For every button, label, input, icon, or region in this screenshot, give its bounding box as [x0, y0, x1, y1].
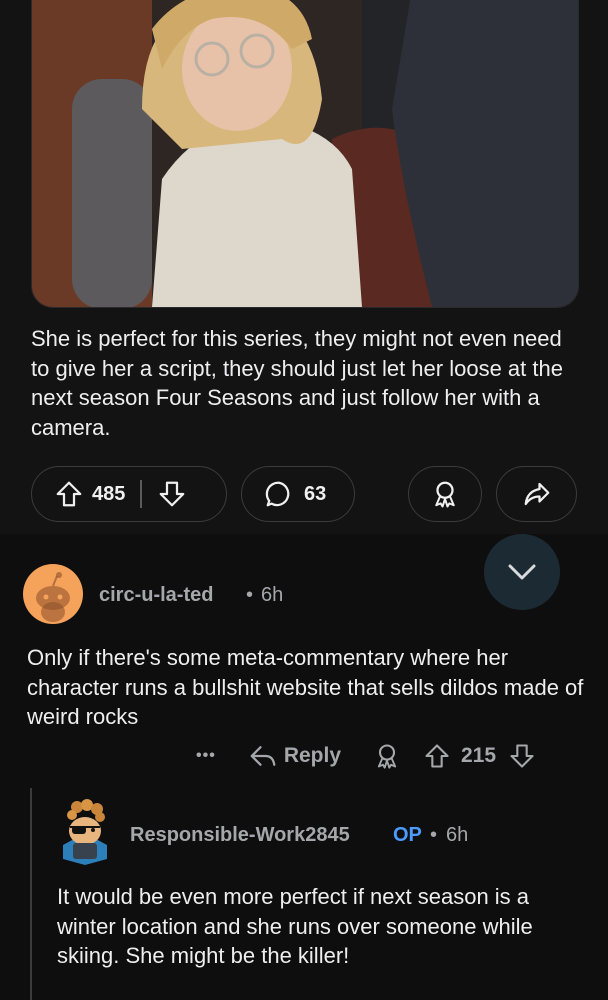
comment-username[interactable]: circ-u-la-ted	[99, 584, 213, 607]
comment-count: 63	[304, 482, 327, 505]
meta-separator: •	[246, 584, 254, 606]
comment-time: 6h	[261, 584, 284, 606]
op-badge: OP	[393, 824, 422, 846]
comment-actions: ••• Reply 215	[196, 738, 536, 774]
reply-button[interactable]: Reply	[248, 741, 341, 771]
post-card: She is perfect for this series, they mig…	[0, 0, 608, 534]
comment-score: 215	[461, 744, 497, 767]
award-icon[interactable]	[373, 742, 401, 770]
custom-avatar-icon	[63, 799, 107, 865]
photo-illustration	[32, 0, 578, 307]
post-image[interactable]	[31, 0, 579, 308]
avatar[interactable]	[23, 564, 83, 624]
more-icon[interactable]: •••	[196, 747, 216, 765]
reply-icon	[250, 746, 276, 766]
snoo-avatar-icon	[36, 572, 70, 622]
chevron-down-icon	[508, 564, 536, 580]
comment-body: It would be even more perfect if next se…	[57, 884, 533, 968]
vote-bar: 485	[31, 466, 227, 522]
share-icon	[522, 479, 552, 509]
thread-line[interactable]	[30, 788, 32, 1000]
upvote-icon[interactable]	[54, 479, 84, 509]
downvote-icon[interactable]	[508, 742, 536, 770]
post-body: She is perfect for this series, they mig…	[31, 326, 563, 440]
comment-username[interactable]: Responsible-Work2845	[130, 824, 350, 847]
comment-time: 6h	[446, 824, 469, 846]
upvote-icon[interactable]	[423, 742, 451, 770]
downvote-icon[interactable]	[157, 479, 187, 509]
award-icon	[430, 479, 460, 509]
comment-icon	[264, 479, 294, 509]
award-button[interactable]	[408, 466, 482, 522]
comment-body: Only if there's some meta-commentary whe…	[27, 645, 584, 729]
meta-separator: •	[430, 824, 438, 846]
share-button[interactable]	[496, 466, 577, 522]
scroll-down-button[interactable]	[484, 534, 560, 610]
upvote-count: 485	[92, 482, 126, 505]
reply-label: Reply	[283, 744, 341, 767]
comments-button[interactable]: 63	[241, 466, 355, 522]
avatar[interactable]	[55, 797, 115, 865]
vote-divider	[140, 480, 142, 508]
